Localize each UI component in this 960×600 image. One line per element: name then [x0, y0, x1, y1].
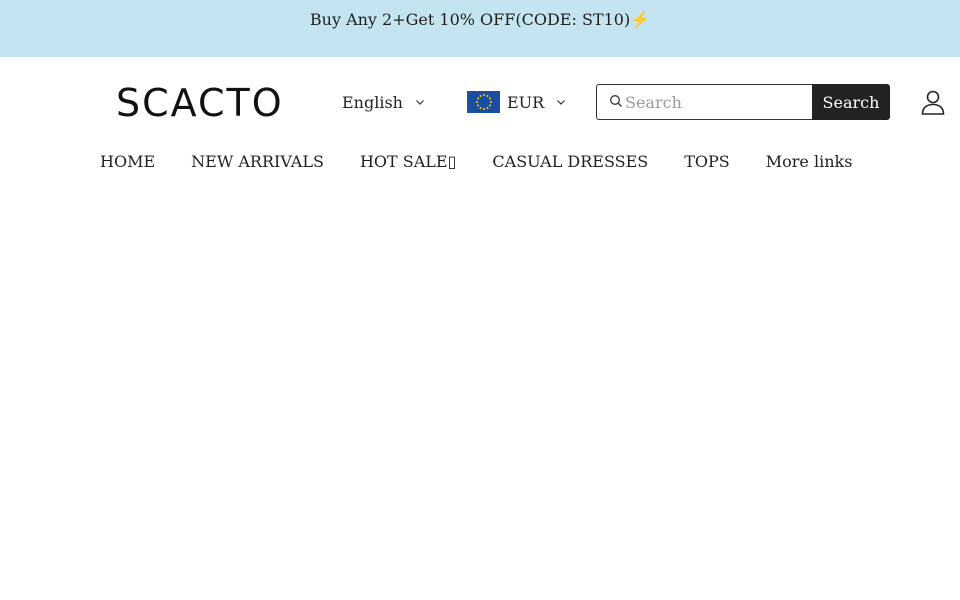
nav-item-tops[interactable]: TOPS: [684, 148, 730, 176]
announcement-text: Buy Any 2+Get 10% OFF(CODE: ST10)⚡: [309, 10, 651, 29]
nav-item-more-links[interactable]: More links: [766, 148, 853, 176]
search-input[interactable]: [625, 92, 795, 112]
search-icon: [609, 93, 623, 112]
announcement-bar: Buy Any 2+Get 10% OFF(CODE: ST10)⚡: [0, 0, 960, 57]
chevron-down-icon: [556, 97, 566, 107]
user-icon[interactable]: [919, 88, 947, 116]
search-box[interactable]: [596, 84, 812, 120]
language-selector[interactable]: English: [342, 88, 425, 116]
eu-flag-icon: [467, 91, 500, 113]
nav-item-new-arrivals[interactable]: NEW ARRIVALS: [191, 148, 324, 176]
logo[interactable]: SCACTO: [116, 80, 284, 126]
language-label: English: [342, 92, 403, 112]
currency-label: EUR: [507, 92, 545, 112]
chevron-down-icon: [415, 97, 425, 107]
currency-selector[interactable]: EUR: [467, 88, 566, 116]
search-button[interactable]: Search: [812, 84, 890, 120]
logo-text: SCACTO: [116, 81, 284, 125]
main-nav: HOME NEW ARRIVALS HOT SALE▯ CASUAL DRESS…: [100, 148, 852, 176]
nav-item-home[interactable]: HOME: [100, 148, 155, 176]
search-form: Search: [596, 84, 890, 120]
nav-item-casual-dresses[interactable]: CASUAL DRESSES: [492, 148, 648, 176]
nav-item-hot-sale[interactable]: HOT SALE▯: [360, 148, 456, 176]
